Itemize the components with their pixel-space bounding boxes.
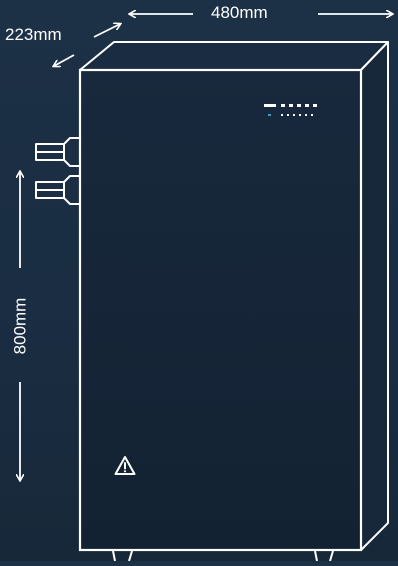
cabinet-top-face: [79, 41, 389, 71]
depth-dimension-label: 223mm: [5, 25, 62, 44]
cabinet-feet: [112, 550, 334, 562]
width-dimension-label: 480mm: [211, 3, 268, 22]
battery-dimension-diagram: 480mm 223mm 800mm: [0, 0, 398, 562]
height-dimension-label: 800mm: [10, 297, 30, 355]
power-connector-icon: [35, 137, 80, 205]
diagram-drawing: [0, 0, 398, 562]
cabinet-side-face: [360, 41, 389, 551]
cabinet-front-face: [78, 68, 363, 552]
